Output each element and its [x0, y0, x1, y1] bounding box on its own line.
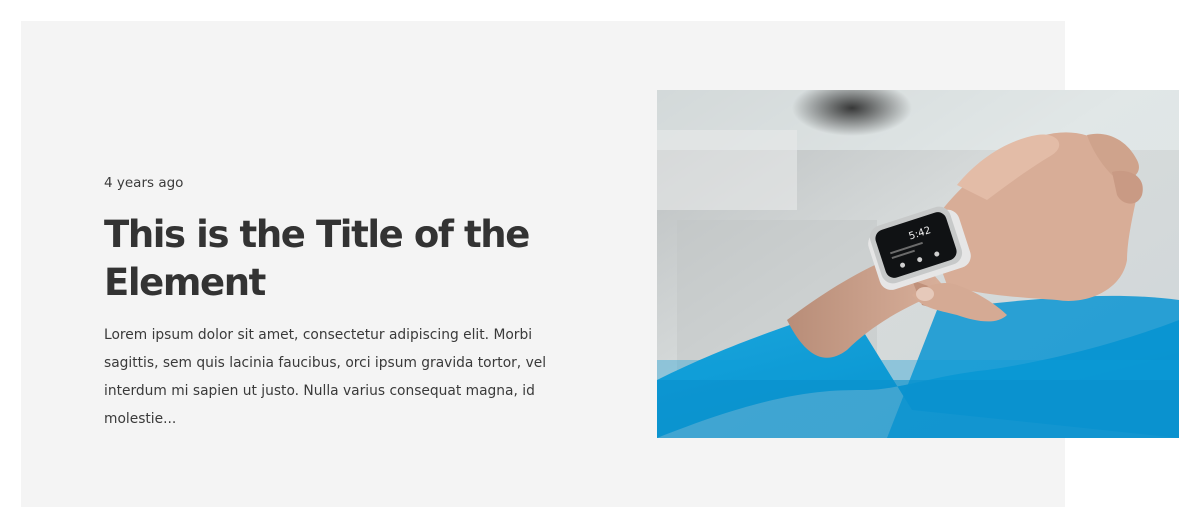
- post-content: 4 years ago This is the Title of the Ele…: [104, 173, 594, 433]
- post-excerpt: Lorem ipsum dolor sit amet, consectetur …: [104, 327, 547, 427]
- post-date: 4 years ago: [104, 175, 184, 191]
- post-featured-image[interactable]: 5:42: [657, 90, 1179, 438]
- page: 4 years ago This is the Title of the Ele…: [0, 0, 1200, 526]
- post-title[interactable]: This is the Title of the Element: [104, 211, 594, 307]
- smartwatch-photo: 5:42: [657, 90, 1179, 438]
